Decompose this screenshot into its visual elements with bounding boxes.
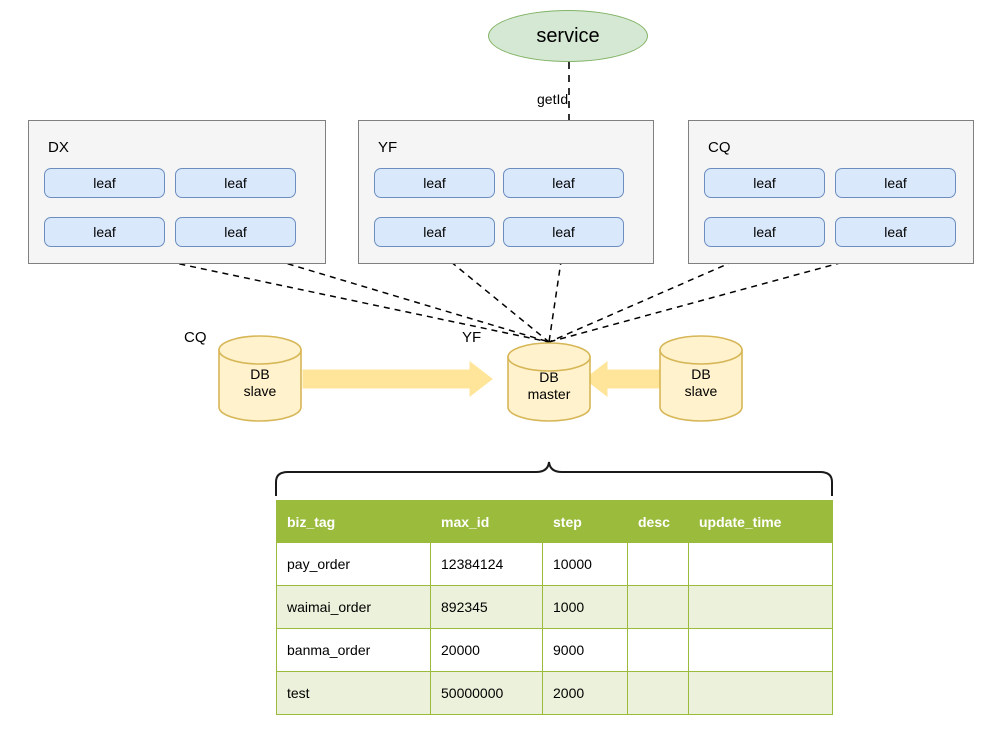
- service-node[interactable]: service: [488, 10, 648, 62]
- leaf-node-yf-3[interactable]: leaf: [374, 217, 495, 247]
- table-header-step: step: [542, 500, 628, 543]
- leaf-label: leaf: [93, 175, 116, 191]
- cell-desc: [627, 628, 689, 672]
- leaf-node-yf-2[interactable]: leaf: [503, 168, 624, 198]
- db-master-shape: [507, 342, 591, 422]
- curly-brace: [275, 461, 833, 496]
- table-header-update-time: update_time: [688, 500, 833, 543]
- cell-max-id: 20000: [430, 628, 543, 672]
- cell-step: 10000: [542, 542, 628, 586]
- leaf-node-dx-2[interactable]: leaf: [175, 168, 296, 198]
- leaf-node-dx-1[interactable]: leaf: [44, 168, 165, 198]
- leaf-alloc-table[interactable]: biz_tag max_id step desc update_time pay…: [276, 500, 833, 715]
- db-slave-right-shape: [659, 335, 743, 422]
- edge-label-getid: getId: [537, 91, 569, 107]
- leaf-node-dx-4[interactable]: leaf: [175, 217, 296, 247]
- table-header-desc: desc: [627, 500, 689, 543]
- table-header-biz-tag: biz_tag: [276, 500, 431, 543]
- cell-step: 9000: [542, 628, 628, 672]
- table-row[interactable]: pay_order 12384124 10000: [276, 542, 833, 586]
- leaf-node-yf-1[interactable]: leaf: [374, 168, 495, 198]
- cell-desc: [627, 542, 689, 586]
- cell-biz-tag: waimai_order: [276, 585, 431, 629]
- cell-update-time: [688, 628, 833, 672]
- leaf-label: leaf: [753, 224, 776, 240]
- leaf-label: leaf: [552, 224, 575, 240]
- leaf-label: leaf: [423, 224, 446, 240]
- leaf-node-dx-3[interactable]: leaf: [44, 217, 165, 247]
- leaf-node-cq-3[interactable]: leaf: [704, 217, 825, 247]
- leaf-node-cq-2[interactable]: leaf: [835, 168, 956, 198]
- db-region-cq-label: CQ: [184, 329, 207, 346]
- table-row[interactable]: test 50000000 2000: [276, 671, 833, 715]
- leaf-label: leaf: [753, 175, 776, 191]
- replication-arrow-left: [302, 360, 493, 398]
- cell-desc: [627, 585, 689, 629]
- cell-max-id: 892345: [430, 585, 543, 629]
- leaf-label: leaf: [93, 224, 116, 240]
- cell-update-time: [688, 585, 833, 629]
- cell-step: 1000: [542, 585, 628, 629]
- leaf-node-cq-1[interactable]: leaf: [704, 168, 825, 198]
- leaf-label: leaf: [884, 175, 907, 191]
- cell-biz-tag: banma_order: [276, 628, 431, 672]
- leaf-label: leaf: [224, 175, 247, 191]
- leaf-label: leaf: [884, 224, 907, 240]
- db-slave-left-shape: [218, 335, 302, 422]
- cell-desc: [627, 671, 689, 715]
- cell-biz-tag: test: [276, 671, 431, 715]
- table-header-row: biz_tag max_id step desc update_time: [276, 500, 833, 543]
- cell-update-time: [688, 671, 833, 715]
- cell-update-time: [688, 542, 833, 586]
- leaf-label: leaf: [552, 175, 575, 191]
- region-cq-label: CQ: [708, 139, 731, 156]
- leaf-node-yf-4[interactable]: leaf: [503, 217, 624, 247]
- region-dx-label: DX: [48, 139, 69, 156]
- leaf-label: leaf: [224, 224, 247, 240]
- region-yf-label: YF: [378, 139, 398, 156]
- table-header-max-id: max_id: [430, 500, 543, 543]
- cell-biz-tag: pay_order: [276, 542, 431, 586]
- leaf-label: leaf: [423, 175, 446, 191]
- db-region-yf-label: YF: [462, 329, 482, 346]
- table-row[interactable]: banma_order 20000 9000: [276, 628, 833, 672]
- leaf-node-cq-4[interactable]: leaf: [835, 217, 956, 247]
- table-row[interactable]: waimai_order 892345 1000: [276, 585, 833, 629]
- cell-max-id: 50000000: [430, 671, 543, 715]
- cell-step: 2000: [542, 671, 628, 715]
- service-node-label: service: [536, 24, 600, 47]
- cell-max-id: 12384124: [430, 542, 543, 586]
